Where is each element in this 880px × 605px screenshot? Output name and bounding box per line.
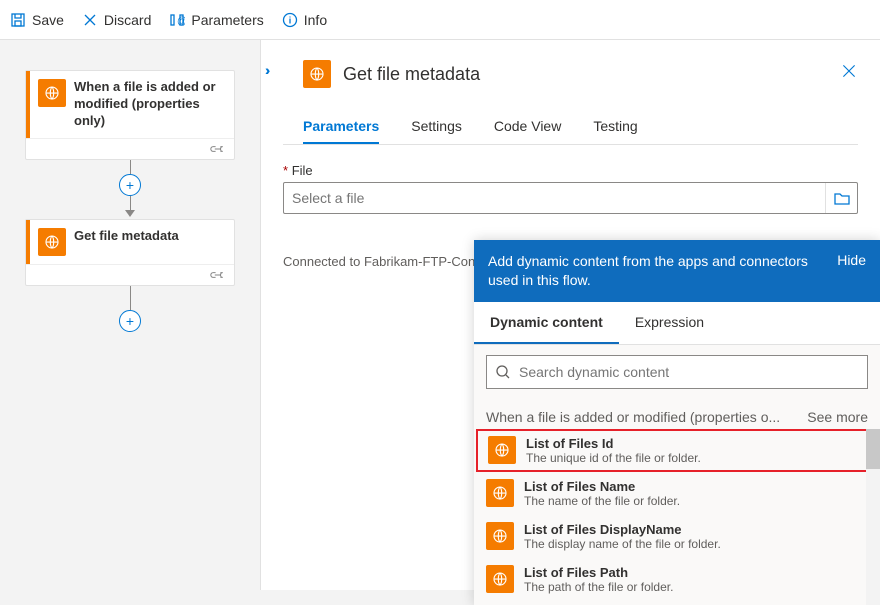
scrollbar[interactable] [866, 429, 880, 605]
connector-line [130, 196, 131, 210]
dynamic-content-item[interactable]: List of Files DisplayNameThe display nam… [474, 515, 880, 558]
dynamic-content-item-desc: The unique id of the file or folder. [526, 451, 701, 465]
dynamic-content-item-name: List of Files Id [526, 436, 701, 451]
dynamic-content-banner: Add dynamic content from the apps and co… [488, 252, 808, 290]
tab-dynamic-content[interactable]: Dynamic content [474, 302, 619, 344]
browse-folder-button[interactable] [825, 183, 857, 213]
file-field-label: * File [283, 163, 858, 178]
dynamic-content-item[interactable]: List of Files NameThe name of the file o… [474, 472, 880, 515]
hide-dynamic-content-button[interactable]: Hide [837, 252, 866, 268]
dynamic-content-item-desc: The name of the file or folder. [524, 494, 680, 508]
dynamic-content-item-name: List of Files Name [524, 479, 680, 494]
arrow-down-icon [125, 210, 135, 217]
link-icon [210, 143, 226, 155]
save-label: Save [32, 12, 64, 28]
main: When a file is added or modified (proper… [0, 40, 880, 590]
info-icon [282, 12, 298, 28]
panel-tabs: Parameters Settings Code View Testing [283, 110, 858, 145]
ftp-item-icon [486, 522, 514, 550]
parameters-button[interactable]: @ Parameters [169, 12, 263, 28]
dynamic-content-section-title: When a file is added or modified (proper… [486, 409, 780, 425]
ftp-panel-icon [303, 60, 331, 88]
tab-testing[interactable]: Testing [593, 110, 637, 144]
dynamic-content-item-name: List of Files Path [524, 565, 673, 580]
scrollbar-thumb[interactable] [866, 429, 880, 469]
dynamic-content-tabs: Dynamic content Expression [474, 302, 880, 345]
close-panel-button[interactable] [840, 62, 858, 80]
parameters-icon: @ [169, 12, 185, 28]
collapse-panel-button[interactable]: ›› [265, 62, 266, 78]
info-label: Info [304, 12, 327, 28]
dynamic-content-item[interactable]: List of Files PathThe path of the file o… [474, 558, 880, 601]
connector-line [130, 160, 131, 174]
dynamic-content-item-desc: The display name of the file or folder. [524, 537, 721, 551]
tab-expression[interactable]: Expression [619, 302, 720, 344]
details-panel: ›› Get file metadata Parameters Settings… [260, 40, 880, 590]
tab-settings[interactable]: Settings [411, 110, 462, 144]
ftp-action-icon [38, 228, 66, 256]
ftp-item-icon [486, 565, 514, 593]
save-icon [10, 12, 26, 28]
file-input-group [283, 182, 858, 214]
discard-label: Discard [104, 12, 151, 28]
tab-code-view[interactable]: Code View [494, 110, 561, 144]
tab-parameters[interactable]: Parameters [303, 110, 379, 144]
toolbar: Save Discard @ Parameters Info [0, 0, 880, 40]
dynamic-content-section-header: When a file is added or modified (proper… [474, 399, 880, 429]
action-title: Get file metadata [74, 228, 179, 245]
panel-header: Get file metadata [283, 60, 858, 88]
parameters-label: Parameters [191, 12, 263, 28]
panel-title: Get file metadata [343, 64, 480, 85]
trigger-card[interactable]: When a file is added or modified (proper… [25, 70, 235, 160]
add-step-button[interactable]: + [119, 174, 141, 196]
dynamic-content-item-name: List of Files DisplayName [524, 522, 721, 537]
add-step-button[interactable]: + [119, 310, 141, 332]
flow-canvas: When a file is added or modified (proper… [0, 40, 260, 590]
ftp-item-icon [488, 436, 516, 464]
see-more-button[interactable]: See more [807, 409, 868, 425]
dynamic-content-item[interactable]: List of Files IdThe unique id of the fil… [476, 429, 878, 472]
discard-icon [82, 12, 98, 28]
dynamic-content-item-desc: The path of the file or folder. [524, 580, 673, 594]
link-icon [210, 269, 226, 281]
search-icon [495, 364, 511, 380]
file-input[interactable] [284, 190, 825, 206]
dynamic-content-list: List of Files IdThe unique id of the fil… [474, 429, 880, 601]
dynamic-content-search-input[interactable] [519, 364, 859, 380]
dynamic-content-popup: Add dynamic content from the apps and co… [474, 240, 880, 605]
discard-button[interactable]: Discard [82, 12, 151, 28]
ftp-trigger-icon [38, 79, 66, 107]
trigger-title: When a file is added or modified (proper… [74, 79, 226, 130]
info-button[interactable]: Info [282, 12, 327, 28]
dynamic-content-header: Add dynamic content from the apps and co… [474, 240, 880, 302]
connector-line [130, 286, 131, 310]
save-button[interactable]: Save [10, 12, 64, 28]
action-card[interactable]: Get file metadata [25, 219, 235, 286]
ftp-item-icon [486, 479, 514, 507]
dynamic-content-search [486, 355, 868, 389]
